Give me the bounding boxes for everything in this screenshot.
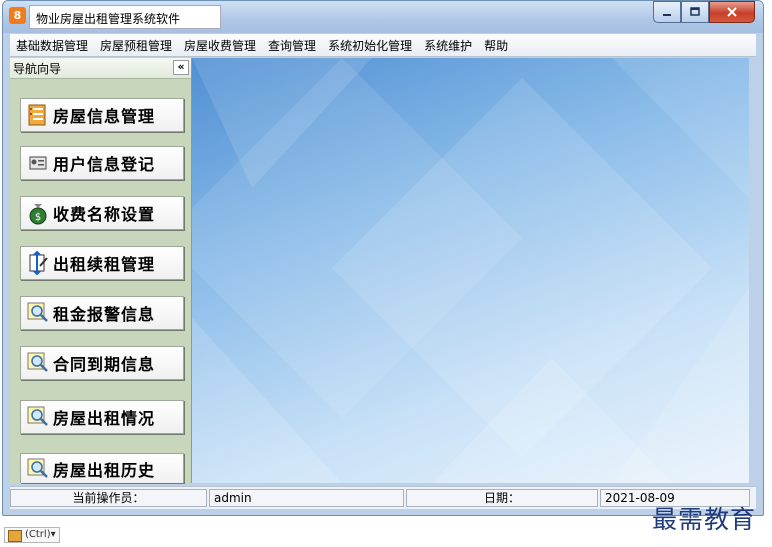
status-bar: 当前操作员： admin 日期： 2021-08-09 bbox=[10, 486, 756, 509]
nav-house-info[interactable]: 房屋信息管理 bbox=[20, 98, 184, 132]
money-bag-icon: $ bbox=[29, 204, 47, 225]
close-button[interactable] bbox=[709, 1, 755, 23]
sidebar-title: 导航向导 bbox=[13, 62, 62, 76]
nav-label: 租金报警信息 bbox=[53, 305, 156, 324]
menu-help[interactable]: 帮助 bbox=[478, 37, 514, 54]
nav-label: 用户信息登记 bbox=[53, 155, 156, 174]
nav-sidebar: 导航向导 « 房屋信息管理 用户信息登记 $ 收费名称设置 出租续租管理 租金报… bbox=[10, 58, 192, 483]
maximize-button[interactable] bbox=[681, 1, 709, 23]
collapse-sidebar-button[interactable]: « bbox=[173, 60, 189, 75]
nav-rental-history[interactable]: 房屋出租历史 bbox=[20, 453, 184, 483]
app-icon: 8 bbox=[9, 7, 26, 24]
nav-lease-renewal[interactable]: 出租续租管理 bbox=[20, 246, 184, 280]
magnifier-alert-icon bbox=[27, 302, 48, 322]
house-info-icon bbox=[28, 104, 46, 126]
watermark: 最需教育 bbox=[652, 505, 757, 534]
nav-label: 房屋出租情况 bbox=[53, 409, 156, 428]
background-pattern bbox=[192, 58, 749, 483]
nav-rental-status[interactable]: 房屋出租情况 bbox=[20, 400, 184, 434]
nav-label: 房屋信息管理 bbox=[53, 107, 156, 126]
menu-system-init[interactable]: 系统初始化管理 bbox=[322, 37, 418, 54]
lease-edit-icon bbox=[29, 250, 48, 276]
nav-rent-alert[interactable]: 租金报警信息 bbox=[20, 296, 184, 330]
operator-value: admin bbox=[209, 489, 404, 507]
maximize-icon bbox=[690, 7, 700, 16]
clipboard-icon bbox=[8, 530, 22, 542]
nav-label: 出租续租管理 bbox=[53, 255, 156, 274]
window-controls bbox=[653, 1, 755, 23]
svg-text:$: $ bbox=[35, 212, 41, 223]
minimize-button[interactable] bbox=[653, 1, 681, 23]
title-bar[interactable]: 8 物业房屋出租管理系统软件 bbox=[3, 1, 763, 33]
close-icon bbox=[727, 7, 737, 17]
sidebar-header: 导航向导 « bbox=[10, 58, 191, 79]
menu-basic-data[interactable]: 基础数据管理 bbox=[10, 37, 94, 54]
paste-options-label: (Ctrl)▾ bbox=[25, 529, 56, 540]
magnifier-contract-icon bbox=[27, 352, 48, 372]
nav-contract-expiry[interactable]: 合同到期信息 bbox=[20, 346, 184, 380]
main-workspace bbox=[192, 58, 749, 483]
operator-label: 当前操作员： bbox=[10, 489, 207, 507]
nav-user-register[interactable]: 用户信息登记 bbox=[20, 146, 184, 180]
menu-charges[interactable]: 房屋收费管理 bbox=[178, 37, 262, 54]
nav-charge-names[interactable]: $ 收费名称设置 bbox=[20, 196, 184, 230]
paste-options-button[interactable]: (Ctrl)▾ bbox=[4, 527, 60, 543]
date-label: 日期： bbox=[406, 489, 598, 507]
magnifier-status-icon bbox=[27, 406, 48, 426]
menu-query[interactable]: 查询管理 bbox=[262, 37, 322, 54]
title-tab: 物业房屋出租管理系统软件 bbox=[29, 5, 221, 29]
menu-bar: 基础数据管理 房屋预租管理 房屋收费管理 查询管理 系统初始化管理 系统维护 帮… bbox=[10, 34, 756, 57]
user-card-icon bbox=[29, 156, 47, 170]
menu-pre-rent[interactable]: 房屋预租管理 bbox=[94, 37, 178, 54]
nav-label: 房屋出租历史 bbox=[53, 460, 156, 480]
nav-label: 合同到期信息 bbox=[53, 355, 156, 374]
nav-label: 收费名称设置 bbox=[53, 205, 156, 224]
app-window: 8 物业房屋出租管理系统软件 基础数据管理 房屋预租管理 房屋收费管理 查询管理… bbox=[2, 0, 764, 516]
menu-system-maintenance[interactable]: 系统维护 bbox=[418, 37, 478, 54]
window-title: 物业房屋出租管理系统软件 bbox=[36, 12, 181, 26]
magnifier-history-icon bbox=[27, 458, 48, 478]
minimize-icon bbox=[663, 14, 671, 16]
